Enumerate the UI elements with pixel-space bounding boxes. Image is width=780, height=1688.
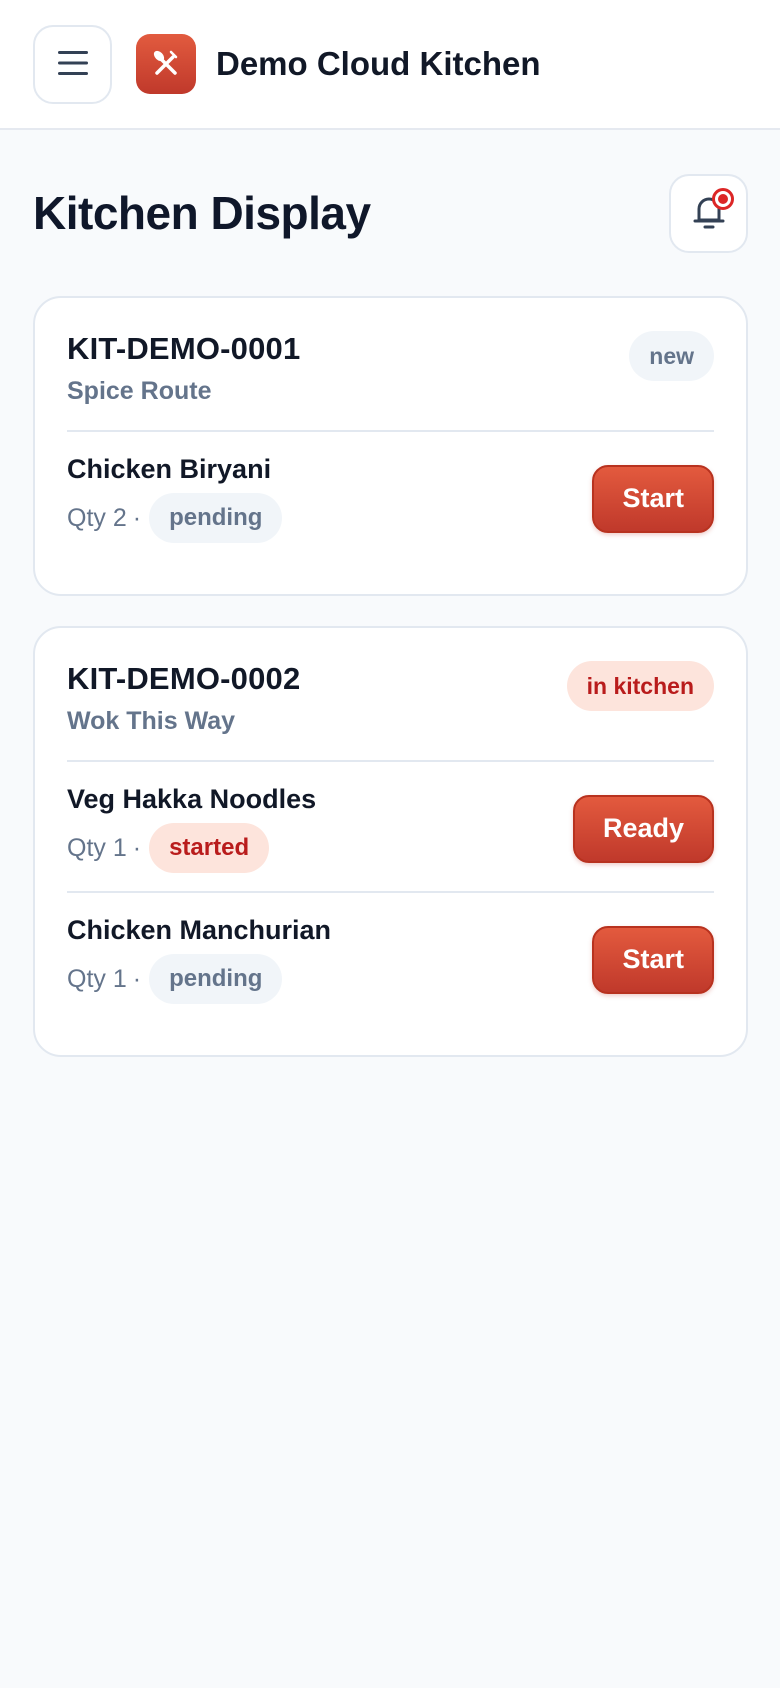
order-status-badge: new (629, 331, 714, 381)
order-brand: Spice Route (67, 377, 212, 405)
meta-separator: · (132, 833, 142, 862)
item-name: Veg Hakka Noodles (67, 784, 317, 814)
app-name: Demo Cloud Kitchen (216, 45, 541, 82)
order-header: KIT-DEMO-0001 Spice Route new (67, 331, 714, 432)
order-item: Veg Hakka Noodles Qty 1 · started Ready (67, 762, 714, 891)
top-bar: Demo Cloud Kitchen (0, 0, 780, 130)
item-status-badge: pending (149, 954, 283, 1004)
item-status-badge: started (149, 823, 270, 873)
order-item: Chicken Biryani Qty 2 · pending Start (67, 432, 714, 561)
meta-separator: · (132, 503, 142, 532)
order-header: KIT-DEMO-0002 Wok This Way in kitchen (67, 661, 714, 762)
app-logo (136, 34, 196, 94)
order-id: KIT-DEMO-0002 (67, 661, 301, 696)
utensils-icon (151, 47, 181, 82)
item-name: Chicken Biryani (67, 454, 272, 484)
hamburger-icon (56, 48, 90, 81)
item-status-badge: pending (149, 493, 283, 543)
order-id: KIT-DEMO-0001 (67, 331, 301, 366)
start-button[interactable]: Start (592, 925, 714, 994)
orders-list: KIT-DEMO-0001 Spice Route new Chicken Bi… (0, 296, 780, 1057)
notifications-button[interactable] (669, 173, 748, 253)
order-card: KIT-DEMO-0002 Wok This Way in kitchen Ve… (33, 626, 748, 1057)
order-brand: Wok This Way (67, 707, 236, 735)
page-header: Kitchen Display (0, 130, 780, 296)
order-card: KIT-DEMO-0001 Spice Route new Chicken Bi… (33, 296, 748, 596)
item-qty: Qty 2 (67, 503, 127, 532)
order-status-badge: in kitchen (566, 661, 714, 711)
order-item: Chicken Manchurian Qty 1 · pending Start (67, 891, 714, 1022)
item-name: Chicken Manchurian (67, 915, 332, 945)
unread-indicator (712, 187, 734, 210)
ready-button[interactable]: Ready (572, 794, 714, 863)
meta-separator: · (132, 964, 142, 993)
page-title: Kitchen Display (33, 187, 371, 239)
start-button[interactable]: Start (592, 464, 714, 533)
menu-button[interactable] (33, 24, 112, 104)
item-qty: Qty 1 (67, 833, 127, 862)
item-qty: Qty 1 (67, 964, 127, 993)
